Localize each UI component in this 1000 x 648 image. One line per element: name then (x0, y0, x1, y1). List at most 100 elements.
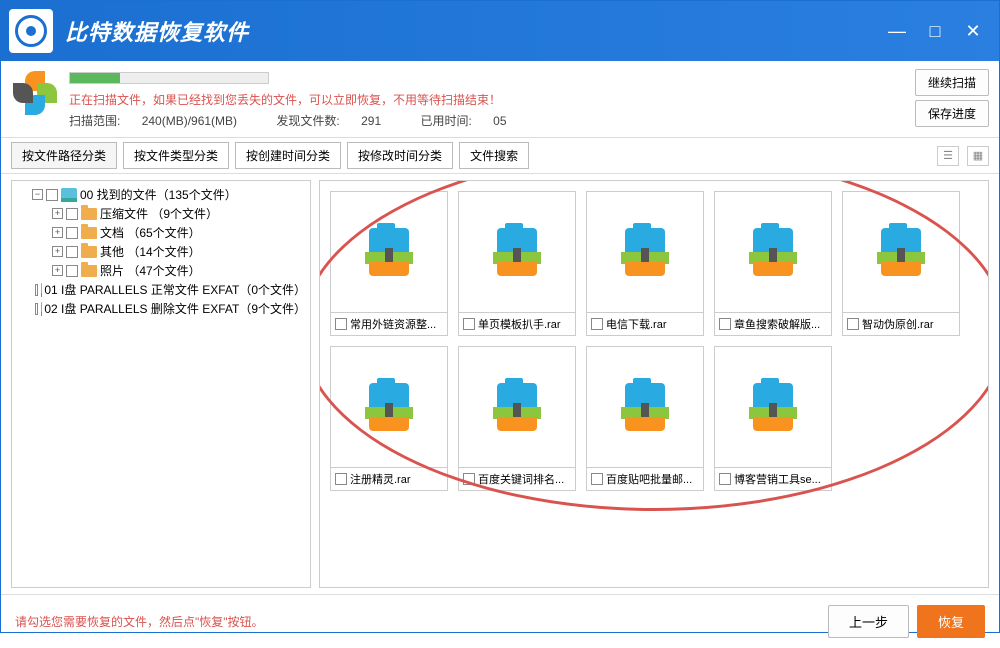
tree-label: 照片 （47个文件） (100, 262, 201, 279)
file-cell[interactable]: 电信下载.rar (586, 191, 704, 336)
tree-label: 压缩文件 （9个文件） (100, 205, 218, 222)
file-cell[interactable]: 章鱼搜索破解版... (714, 191, 832, 336)
scan-time-value: 05 (493, 114, 506, 128)
folder-icon (81, 246, 97, 258)
file-thumb (715, 192, 831, 312)
scan-range-label: 扫描范围: (69, 114, 120, 128)
checkbox[interactable] (719, 473, 731, 485)
rar-icon (749, 228, 797, 276)
checkbox[interactable] (463, 473, 475, 485)
expand-icon[interactable]: − (32, 189, 43, 200)
tree-label: 01 I盘 PARALLELS 正常文件 EXFAT（0个文件） (44, 281, 306, 298)
view-grid-button[interactable]: ▦ (967, 146, 989, 166)
app-title: 比特数据恢复软件 (65, 15, 887, 47)
file-thumb (331, 347, 447, 467)
tab-search[interactable]: 文件搜索 (459, 142, 529, 169)
checkbox[interactable] (35, 284, 37, 296)
tree-panel: −00 找到的文件（135个文件） + 压缩文件 （9个文件） + 文档 （65个文件）… (11, 180, 311, 588)
file-name: 常用外链资源整... (350, 316, 436, 332)
checkbox[interactable] (66, 246, 78, 258)
checkbox[interactable] (463, 318, 475, 330)
file-cell[interactable]: 百度贴吧批量邮... (586, 346, 704, 491)
rar-icon (365, 228, 413, 276)
scan-time-label: 已用时间: (420, 114, 471, 128)
disk-icon (41, 283, 42, 297)
tabbar: 按文件路径分类 按文件类型分类 按创建时间分类 按修改时间分类 文件搜索 ☰ ▦ (1, 137, 999, 174)
tab-modified[interactable]: 按修改时间分类 (347, 142, 453, 169)
checkbox[interactable] (335, 318, 347, 330)
disk-icon (61, 188, 77, 202)
file-name: 单页模板扒手.rar (478, 316, 561, 332)
view-list-button[interactable]: ☰ (937, 146, 959, 166)
scan-panel: 正在扫描文件，如果已经找到您丢失的文件，可以立即恢复，不用等待扫描结束！ 扫描范… (1, 61, 999, 137)
progress-bar (69, 72, 269, 84)
content: −00 找到的文件（135个文件） + 压缩文件 （9个文件） + 文档 （65个文件）… (1, 174, 999, 594)
file-thumb (459, 347, 575, 467)
checkbox[interactable] (66, 265, 78, 277)
tree-row[interactable]: + 照片 （47个文件） (16, 261, 306, 280)
tab-type[interactable]: 按文件类型分类 (123, 142, 229, 169)
file-thumb (587, 347, 703, 467)
file-cell[interactable]: 注册精灵.rar (330, 346, 448, 491)
rar-icon (621, 383, 669, 431)
checkbox[interactable] (66, 227, 78, 239)
tree-row[interactable]: −00 找到的文件（135个文件） (16, 185, 306, 204)
checkbox[interactable] (335, 473, 347, 485)
app-logo (9, 9, 53, 53)
rar-icon (877, 228, 925, 276)
rar-icon (621, 228, 669, 276)
tree-label: 文档 （65个文件） (100, 224, 201, 241)
minimize-button[interactable]: — (887, 21, 907, 41)
expand-icon[interactable]: + (52, 265, 63, 276)
checkbox[interactable] (591, 473, 603, 485)
checkbox[interactable] (847, 318, 859, 330)
file-thumb (331, 192, 447, 312)
tab-created[interactable]: 按创建时间分类 (235, 142, 341, 169)
tree-row[interactable]: 01 I盘 PARALLELS 正常文件 EXFAT（0个文件） (16, 280, 306, 299)
tree-row[interactable]: + 压缩文件 （9个文件） (16, 204, 306, 223)
recover-button[interactable]: 恢复 (917, 605, 985, 638)
scan-info: 正在扫描文件，如果已经找到您丢失的文件，可以立即恢复，不用等待扫描结束！ 扫描范… (69, 69, 905, 129)
file-thumb (715, 347, 831, 467)
expand-icon[interactable]: + (52, 246, 63, 257)
file-cell[interactable]: 单页模板扒手.rar (458, 191, 576, 336)
tree-row[interactable]: +其他 （14个文件） (16, 242, 306, 261)
file-name: 百度贴吧批量邮... (606, 471, 692, 487)
file-name: 百度关键词排名... (478, 471, 564, 487)
checkbox[interactable] (46, 189, 58, 201)
scan-found-label: 发现文件数: (276, 114, 339, 128)
scan-side-buttons: 继续扫描 保存进度 (915, 69, 989, 127)
expand-icon[interactable]: + (52, 227, 63, 238)
file-name: 电信下载.rar (606, 316, 667, 332)
rar-icon (749, 383, 797, 431)
checkbox[interactable] (591, 318, 603, 330)
continue-scan-button[interactable]: 继续扫描 (915, 69, 989, 96)
checkbox[interactable] (35, 303, 37, 315)
tree-row[interactable]: + 文档 （65个文件） (16, 223, 306, 242)
file-cell[interactable]: 常用外链资源整... (330, 191, 448, 336)
footer-message: 请勾选您需要恢复的文件，然后点"恢复"按钮。 (15, 613, 820, 630)
save-progress-button[interactable]: 保存进度 (915, 100, 989, 127)
expand-icon[interactable]: + (52, 208, 63, 219)
close-button[interactable]: ✕ (963, 21, 983, 41)
tree-row[interactable]: 02 I盘 PARALLELS 删除文件 EXFAT（9个文件） (16, 299, 306, 318)
titlebar: 比特数据恢复软件 — □ ✕ (1, 1, 999, 61)
maximize-button[interactable]: □ (925, 21, 945, 41)
disk-icon (41, 302, 42, 316)
folder-icon (81, 208, 97, 220)
file-name: 博客营销工具se... (734, 471, 821, 487)
grid-panel: 常用外链资源整... 单页模板扒手.rar 电信下载.rar 章鱼搜索破解版... 智动… (319, 180, 989, 588)
scan-message: 正在扫描文件，如果已经找到您丢失的文件，可以立即恢复，不用等待扫描结束！ (69, 91, 905, 108)
checkbox[interactable] (719, 318, 731, 330)
folder-icon (81, 227, 97, 239)
file-cell[interactable]: 智动伪原创.rar (842, 191, 960, 336)
file-cell[interactable]: 百度关键词排名... (458, 346, 576, 491)
rar-icon (493, 383, 541, 431)
checkbox[interactable] (66, 208, 78, 220)
tab-path[interactable]: 按文件路径分类 (11, 142, 117, 169)
file-thumb (587, 192, 703, 312)
file-cell[interactable]: 博客营销工具se... (714, 346, 832, 491)
prev-button[interactable]: 上一步 (828, 605, 909, 638)
file-name: 章鱼搜索破解版... (734, 316, 820, 332)
scan-stats: 扫描范围: 240(MB)/961(MB) 发现文件数: 291 已用时间: 0… (69, 112, 905, 129)
